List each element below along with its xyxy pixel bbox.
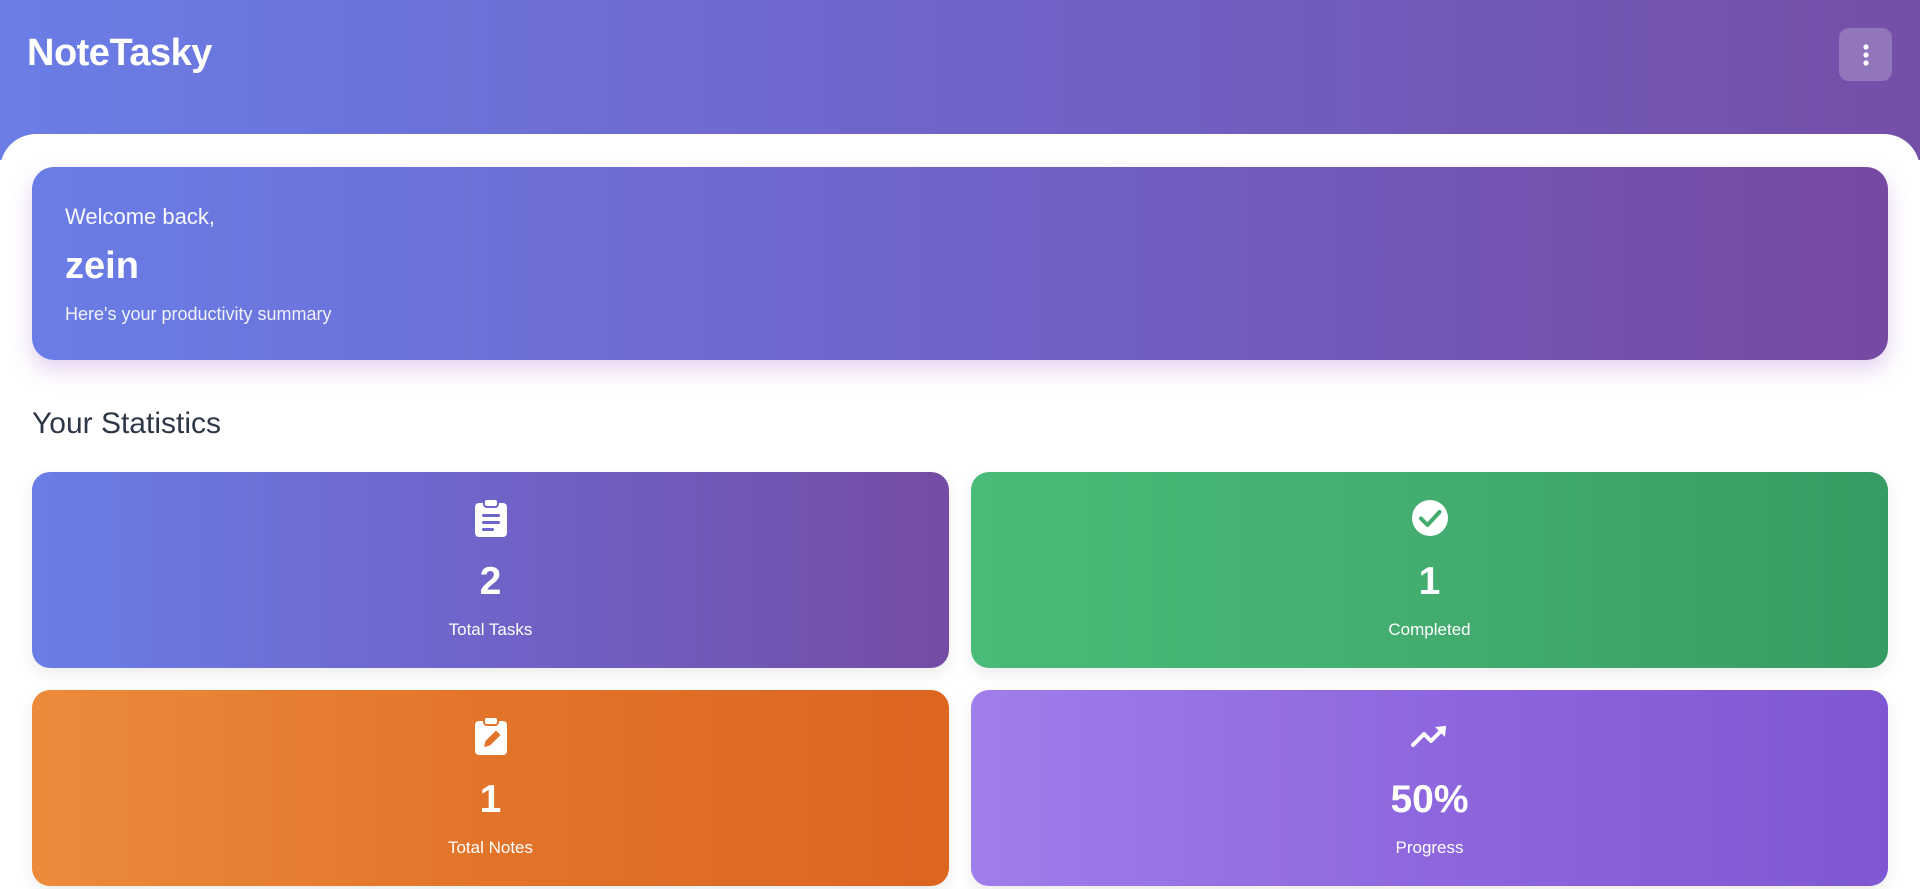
stat-card-total-notes[interactable]: 1 Total Notes xyxy=(32,690,949,886)
stat-label: Completed xyxy=(1388,620,1471,639)
statistics-heading: Your Statistics xyxy=(32,407,221,440)
stat-label: Progress xyxy=(1395,838,1464,857)
app-logo-title: NoteTasky xyxy=(27,32,212,74)
stat-value: 1 xyxy=(1418,560,1441,603)
clipboard-list-icon xyxy=(471,498,511,538)
stat-value: 50% xyxy=(1390,778,1469,821)
check-circle-icon xyxy=(1410,498,1450,538)
stat-label: Total Notes xyxy=(447,838,534,857)
stat-card-progress[interactable]: 50% Progress xyxy=(971,690,1888,886)
stat-card-completed[interactable]: 1 Completed xyxy=(971,472,1888,668)
trending-up-icon xyxy=(1410,716,1450,756)
stat-label: Total Tasks xyxy=(448,620,533,639)
welcome-card: Welcome back, zein Here's your productiv… xyxy=(32,167,1888,360)
main-content: Welcome back, zein Here's your productiv… xyxy=(0,134,1920,889)
user-name: zein xyxy=(65,245,139,287)
more-menu-button[interactable] xyxy=(1839,28,1892,81)
welcome-subtitle: Here's your productivity summary xyxy=(65,304,332,324)
more-vertical-icon xyxy=(1862,43,1869,66)
stat-value: 2 xyxy=(479,560,502,603)
stat-value: 1 xyxy=(479,778,502,821)
clipboard-edit-icon xyxy=(471,716,511,756)
stat-card-total-tasks[interactable]: 2 Total Tasks xyxy=(32,472,949,668)
welcome-greeting: Welcome back, xyxy=(65,204,215,229)
